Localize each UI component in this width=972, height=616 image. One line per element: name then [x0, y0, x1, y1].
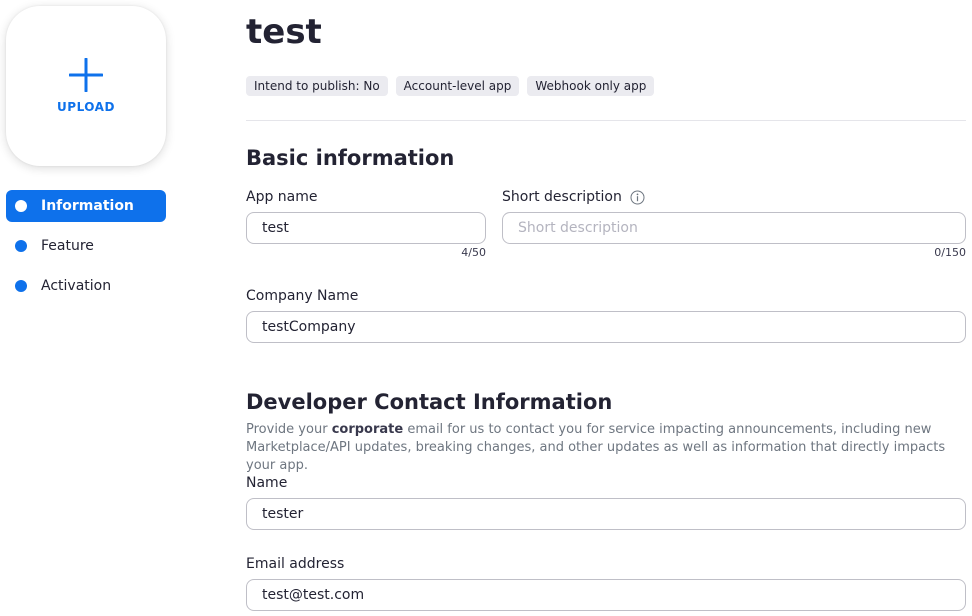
page-title: test [246, 12, 322, 52]
sidebar-item-activation[interactable]: Activation [6, 270, 166, 302]
section-title-basic-information: Basic information [246, 146, 455, 170]
sidebar-nav: Information Feature Activation [6, 190, 166, 310]
short-description-label-text: Short description [502, 189, 622, 205]
section-title-developer-contact: Developer Contact Information [246, 390, 613, 414]
upload-button[interactable]: UPLOAD [6, 6, 166, 166]
app-name-counter: 4/50 [461, 246, 486, 259]
company-name-input[interactable] [246, 311, 966, 343]
app-name-label-text: App name [246, 189, 318, 205]
contact-name-input[interactable] [246, 498, 966, 530]
app-name-input[interactable] [246, 212, 486, 244]
sidebar-item-feature[interactable]: Feature [6, 230, 166, 262]
short-description-counter: 0/150 [934, 246, 966, 259]
tag-webhook-only: Webhook only app [527, 76, 655, 96]
tag-list: Intend to publish: No Account-level app … [246, 76, 662, 96]
divider [246, 120, 966, 121]
tag-publish: Intend to publish: No [246, 76, 388, 96]
short-description-label: Short description [502, 189, 645, 205]
sidebar-item-label: Information [41, 198, 134, 214]
contact-name-label: Name [246, 475, 287, 491]
company-name-label: Company Name [246, 288, 358, 304]
description-prefix: Provide your [246, 422, 332, 437]
description-bold: corporate [331, 422, 404, 437]
email-field[interactable] [246, 579, 966, 611]
info-icon[interactable] [630, 190, 645, 205]
dot-icon [15, 200, 27, 212]
app-name-label: App name [246, 189, 318, 205]
sidebar-item-label: Feature [41, 238, 94, 254]
plus-icon [69, 58, 103, 92]
tag-account-level: Account-level app [395, 76, 520, 96]
dot-icon [15, 280, 27, 292]
sidebar-item-information[interactable]: Information [6, 190, 166, 222]
upload-label: UPLOAD [57, 100, 115, 114]
developer-contact-description: Provide your corporate email for us to c… [246, 421, 966, 475]
email-label-text: Email address [246, 556, 345, 572]
short-description-input[interactable] [502, 212, 966, 244]
contact-name-label-text: Name [246, 475, 288, 491]
dot-icon [15, 240, 27, 252]
sidebar-item-label: Activation [41, 278, 112, 294]
email-label: Email address [246, 556, 344, 572]
company-name-label-text: Company Name [246, 288, 359, 304]
